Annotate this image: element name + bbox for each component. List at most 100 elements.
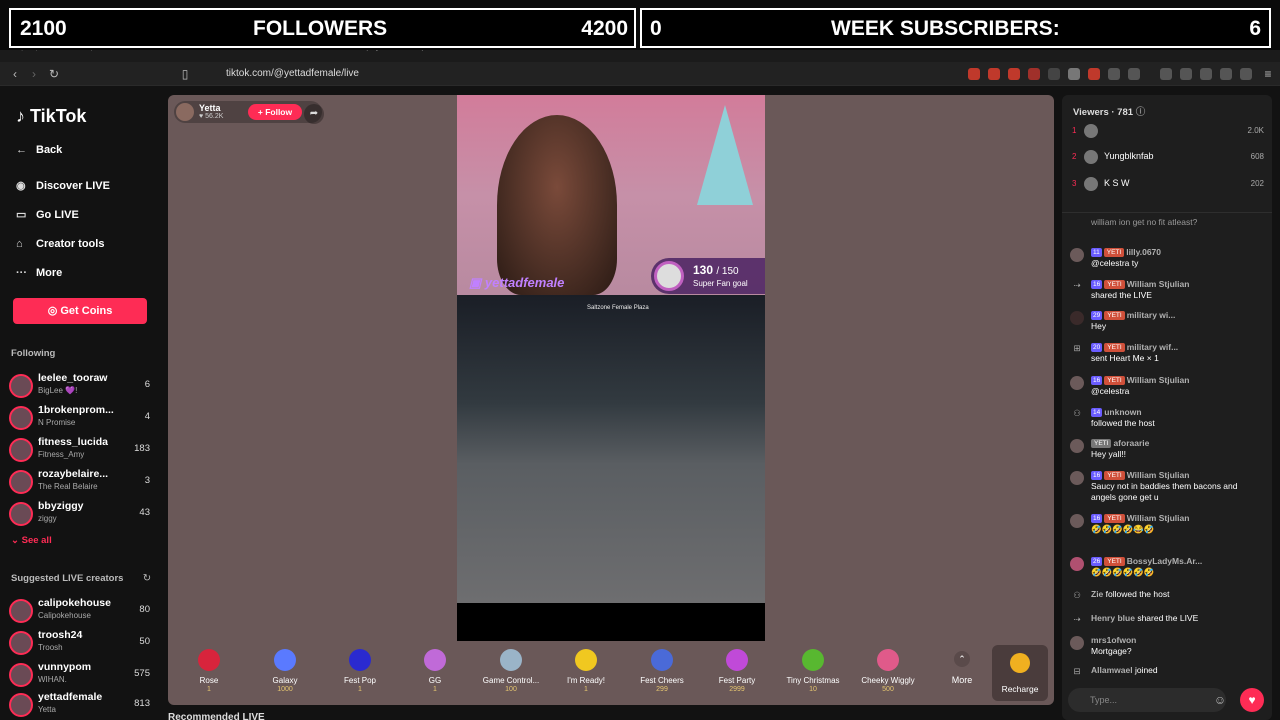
refresh-icon[interactable]: ↻ [139,571,155,587]
fan-club-badge: YETI [1091,439,1112,448]
back-icon[interactable]: ‹ [7,66,23,82]
follow-icon: ⚇ [1073,590,1081,600]
top-viewer-row[interactable]: 3 K S W 202 [1070,176,1264,194]
profile-icon[interactable] [1220,68,1232,80]
gift-bar: Rose 1 Galaxy 1000 Fest Pop 1 GG 1 Game Cont… [174,641,1048,705]
gift-fest-party[interactable]: Fest Party 2999 [702,647,772,701]
follow-button[interactable]: + Follow [248,104,302,120]
gift-price: 2999 [729,686,745,693]
bookmark-icon[interactable]: ▯ [177,66,193,82]
username[interactable]: lilly.0670 [1126,247,1161,257]
following-item[interactable]: fitness_lucida Fitness_Amy 183 [9,435,154,465]
gift-price: 1 [207,686,211,693]
username[interactable]: William Stjulian [1127,375,1190,385]
stream-overlay-banner: 2100 FOLLOWERS 4200 0 WEEK SUBSCRIBERS: … [0,0,1280,50]
extension-icon[interactable] [1028,68,1040,80]
menu-go-live[interactable]: ▭ Go LIVE [16,205,79,225]
extension-icon[interactable] [988,68,1000,80]
gift-galaxy[interactable]: Galaxy 1000 [250,647,320,701]
wallet-icon[interactable] [1200,68,1212,80]
extension-icon[interactable] [1068,68,1080,80]
account-nickname: The Real Belaire [38,482,98,491]
gift-name: Rose [199,676,219,685]
forward-icon[interactable]: › [26,66,42,82]
extension-icon[interactable] [1108,68,1120,80]
see-all-link[interactable]: ⌄ See all [11,535,52,546]
username[interactable]: military wif... [1127,342,1179,352]
level-badge: 11 [1091,248,1102,257]
username[interactable]: Allamwael [1091,665,1133,675]
username[interactable]: Zie [1091,589,1103,599]
extension-icon[interactable] [1160,68,1172,80]
gift-cheeky-wiggly[interactable]: Cheeky Wiggly 500 [853,647,923,701]
gift-fest-cheers[interactable]: Fest Cheers 299 [627,647,697,701]
extension-icon[interactable] [968,68,980,80]
username[interactable]: Henry blue [1091,613,1135,623]
share-icon[interactable]: ➦ [304,104,324,124]
gift-gg[interactable]: GG 1 [400,647,470,701]
level-badge: 16 [1091,514,1103,523]
brand-text: yettadfemale [484,275,565,290]
suggested-item[interactable]: yettadfemale Yetta 813 [9,690,154,720]
username[interactable]: BossyLadyMs.Ar... [1127,556,1203,566]
menu-creator-tools[interactable]: ⌂ Creator tools [16,234,104,254]
tiktok-logo[interactable]: ♪ TikTok [16,106,86,127]
menu-back[interactable]: ← Back [16,140,62,160]
super-fan-goal[interactable]: 130 / 150 Super Fan goal [651,258,765,294]
recharge-button[interactable]: Recharge [992,645,1048,701]
menu-icon[interactable]: ≡ [1260,66,1276,82]
following-item[interactable]: 1brokenprom... N Promise 4 [9,403,154,433]
username[interactable]: aforaarie [1113,438,1149,448]
extension-icon[interactable] [1088,68,1100,80]
account-name: rozaybelaire... [38,468,109,480]
sidebar-icon[interactable] [1180,68,1192,80]
suggested-item[interactable]: calipokehouse Calipokehouse 80 [9,596,154,626]
more-gifts-button[interactable]: ⌃ More [944,651,980,685]
viewer-count: 50 [139,636,150,647]
viewer-count: 3 [144,475,150,486]
suggested-item[interactable]: troosh24 Troosh 50 [9,628,154,658]
following-item[interactable]: leelee_tooraw BigLee 💜! 6 [9,371,154,401]
extension-icon[interactable] [1008,68,1020,80]
host-chip[interactable]: Yetta ♥ 56.2K + Follow [174,101,322,123]
username[interactable]: William Stjulian [1127,513,1190,523]
get-coins-button[interactable]: ◎ Get Coins [13,298,147,324]
menu-more[interactable]: ··· More [16,263,62,283]
username[interactable]: unknown [1104,407,1141,417]
shield-icon[interactable] [1240,68,1252,80]
username[interactable]: mrs1ofwon [1091,635,1136,645]
chat-input[interactable]: Type... [1068,688,1226,712]
url-field[interactable]: tiktok.com/@yettadfemale/live [198,65,898,83]
extension-icon[interactable] [1048,68,1060,80]
fest-pop-icon [349,649,371,671]
gift-fest-pop[interactable]: Fest Pop 1 [325,647,395,701]
viewers-header[interactable]: Viewers · 781 ⓘ [1073,104,1145,118]
top-viewer-row[interactable]: 2 Yungblknfab 608 [1070,149,1264,167]
followers-label: FOLLOWERS [253,17,388,40]
username[interactable]: military wi... [1127,310,1176,320]
viewer-count: 4 [144,411,150,422]
menu-label: Discover LIVE [36,180,110,192]
gift-im-ready[interactable]: I'm Ready! 1 [551,647,621,701]
host-avatar[interactable] [176,103,194,121]
following-item[interactable]: bbyziggy ziggy 43 [9,499,154,529]
like-heart-button[interactable]: ♥ [1240,688,1264,712]
message-text: shared the LIVE [1091,290,1152,300]
extension-icon[interactable] [1128,68,1140,80]
top-viewer-row[interactable]: 1 2.0K [1070,123,1264,141]
camera-icon: ▭ [16,209,27,221]
gift-rose[interactable]: Rose 1 [174,647,244,701]
suggested-item[interactable]: vunnypom WIHAN. 575 [9,660,154,690]
address-bar: ‹ › ↻ ▯ tiktok.com/@yettadfemale/live ≡ [0,62,1280,86]
emoji-icon[interactable]: ☺ [1212,692,1228,708]
subscribers-target: 6 [1249,17,1261,40]
following-item[interactable]: rozaybelaire... The Real Belaire 3 [9,467,154,497]
menu-discover-live[interactable]: ◉ Discover LIVE [16,176,110,196]
gift-tiny-christmas[interactable]: Tiny Christmas 10 [778,647,848,701]
goal-total: / 150 [716,266,739,277]
username[interactable]: William Stjulian [1127,470,1190,480]
reload-icon[interactable]: ↻ [46,66,62,82]
gift-game-controller[interactable]: Game Control... 100 [476,647,546,701]
username[interactable]: William Stjulian [1127,279,1190,289]
live-video[interactable]: ▣ yettadfemale 130 / 150 Super Fan goal … [457,95,765,641]
